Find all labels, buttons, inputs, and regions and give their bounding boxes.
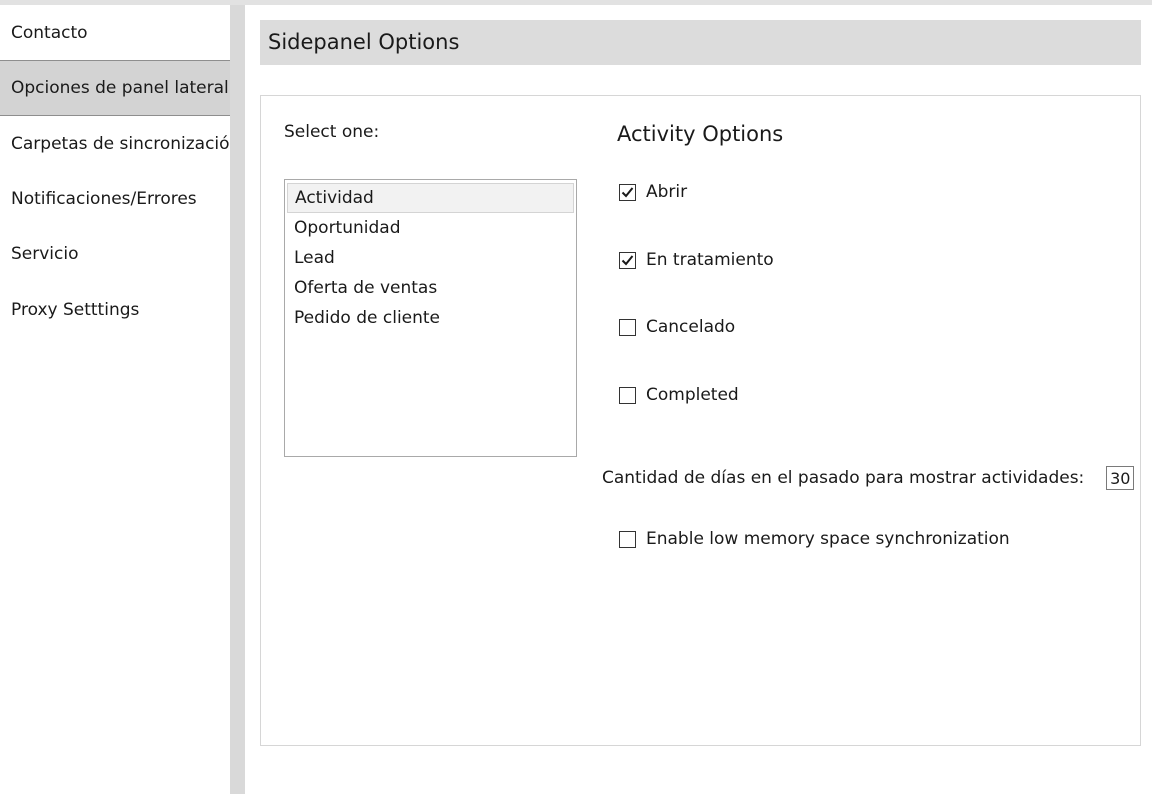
- abrir-checkbox[interactable]: [619, 183, 636, 201]
- sidebar-item-servicio[interactable]: Servicio: [0, 226, 230, 282]
- sidebar-item-sync-folders[interactable]: Carpetas de sincronización: [0, 116, 230, 172]
- checkbox-row-cancelado[interactable]: Cancelado: [619, 316, 735, 338]
- select-one-label: Select one:: [284, 122, 380, 142]
- page-title: Sidepanel Options: [260, 20, 1141, 65]
- low-memory-label: Enable low memory space synchronization: [646, 529, 1010, 549]
- list-item-lead[interactable]: Lead: [287, 243, 574, 273]
- days-in-past-input[interactable]: [1106, 466, 1135, 490]
- sidebar-splitter[interactable]: [230, 5, 245, 794]
- sidebar-item-sidepanel-options[interactable]: Opciones de panel lateral: [0, 60, 230, 116]
- sidebar-item-proxy-settings[interactable]: Proxy Setttings: [0, 282, 230, 338]
- list-item-oportunidad[interactable]: Oportunidad: [287, 213, 574, 243]
- cancelado-label: Cancelado: [646, 317, 736, 337]
- sidebar: Contacto Opciones de panel lateral Carpe…: [0, 5, 230, 794]
- en-tratamiento-checkbox[interactable]: [619, 251, 636, 269]
- list-item-actividad[interactable]: Actividad: [287, 183, 574, 213]
- checkmark-icon: [621, 186, 634, 197]
- completed-label: Completed: [646, 385, 739, 405]
- checkbox-row-completed[interactable]: Completed: [619, 384, 739, 406]
- checkbox-row-abrir[interactable]: Abrir: [619, 181, 687, 203]
- days-in-past-label: Cantidad de días en el pasado para mostr…: [602, 468, 1085, 488]
- checkbox-row-low-memory[interactable]: Enable low memory space synchronization: [619, 528, 1010, 550]
- options-panel: Select one: Actividad Oportunidad Lead O…: [260, 95, 1141, 746]
- en-tratamiento-label: En tratamiento: [646, 250, 774, 270]
- activity-options-heading: Activity Options: [617, 122, 784, 146]
- sidebar-item-notifications[interactable]: Notificaciones/Errores: [0, 171, 230, 227]
- cancelado-checkbox[interactable]: [619, 318, 636, 336]
- abrir-label: Abrir: [646, 182, 688, 202]
- list-item-pedido-de-cliente[interactable]: Pedido de cliente: [287, 303, 574, 333]
- sidebar-item-contacto[interactable]: Contacto: [0, 5, 230, 61]
- entity-listbox[interactable]: Actividad Oportunidad Lead Oferta de ven…: [284, 179, 577, 457]
- list-item-oferta-de-ventas[interactable]: Oferta de ventas: [287, 273, 574, 303]
- checkmark-icon: [621, 254, 634, 265]
- days-in-past-row: Cantidad de días en el pasado para mostr…: [602, 466, 1135, 490]
- checkbox-row-en-tratamiento[interactable]: En tratamiento: [619, 249, 774, 271]
- low-memory-checkbox[interactable]: [619, 530, 636, 548]
- completed-checkbox[interactable]: [619, 386, 636, 404]
